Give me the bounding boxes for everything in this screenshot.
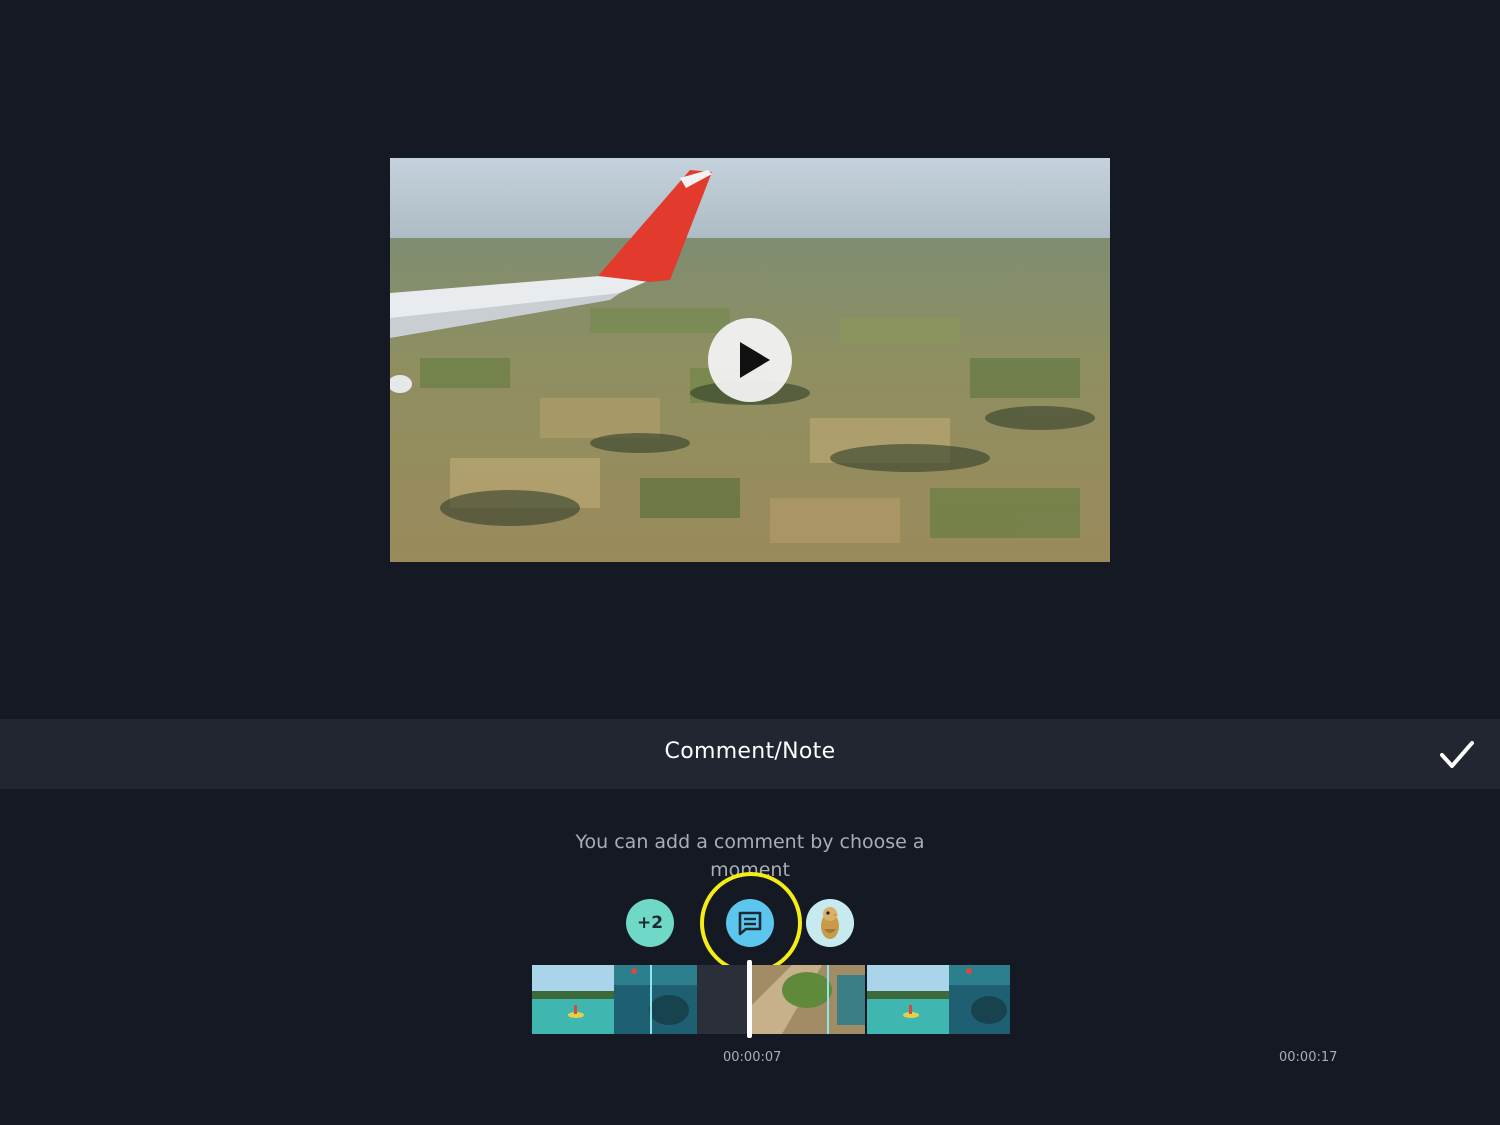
current-time-label: 00:00:07	[723, 1050, 782, 1065]
bird-avatar-icon	[806, 899, 854, 947]
timeline-thumbnail	[867, 965, 949, 1034]
timeline-thumbnail	[752, 965, 865, 1034]
timeline-playhead[interactable]	[747, 960, 752, 1038]
timeline-thumbnail	[532, 965, 614, 1034]
more-comments-badge[interactable]: +2	[626, 899, 674, 947]
end-time-label: 00:00:17	[1279, 1050, 1338, 1065]
hint-text: You can add a comment by choose a moment	[575, 831, 925, 881]
timeline-gap	[697, 965, 752, 1034]
page-title: Comment/Note	[664, 739, 836, 764]
video-timeline[interactable]	[532, 965, 1010, 1034]
app-screen: Comment/Note You can add a comment by ch…	[0, 0, 1500, 1125]
add-comment-button[interactable]	[726, 899, 774, 947]
comment-icon	[738, 911, 762, 936]
comment-note-header: Comment/Note	[0, 719, 1500, 789]
video-preview[interactable]	[390, 158, 1110, 562]
play-button[interactable]	[708, 318, 792, 402]
checkmark-icon	[1440, 741, 1474, 768]
confirm-button[interactable]	[1432, 735, 1480, 775]
user-avatar-marker[interactable]	[806, 899, 854, 947]
play-icon	[740, 342, 770, 378]
timeline-thumbnail	[614, 965, 697, 1034]
timeline-thumbnail	[949, 965, 1010, 1034]
